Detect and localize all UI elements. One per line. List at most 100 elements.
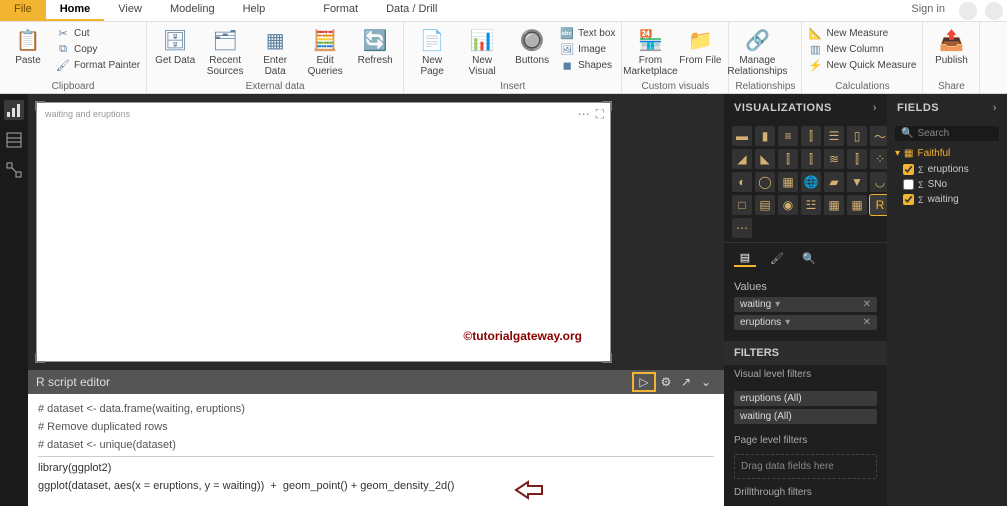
field-sno[interactable]: ΣSNo	[887, 177, 1007, 192]
tab-datadrill[interactable]: Data / Drill	[372, 0, 451, 21]
tab-home[interactable]: Home	[46, 0, 105, 21]
chevron-right-icon: ›	[873, 102, 877, 114]
paste-button[interactable]: 📋Paste	[6, 24, 50, 66]
table-faithful[interactable]: ▾▦Faithful	[887, 145, 1007, 162]
viz-clustered-bar[interactable]: ≡	[778, 126, 798, 146]
fields-header[interactable]: FIELDS›	[887, 94, 1007, 122]
get-data-button[interactable]: 🗄Get Data	[153, 24, 197, 66]
viz-matrix[interactable]: ▦	[847, 195, 867, 215]
viz-waterfall[interactable]: ⫿	[847, 149, 867, 169]
viz-slicer[interactable]: ☳	[801, 195, 821, 215]
app-icon	[985, 2, 1003, 20]
viz-more[interactable]: ⋯	[732, 218, 752, 238]
viz-card[interactable]: □	[732, 195, 752, 215]
textbox-button[interactable]: 🔤Text box	[560, 26, 615, 40]
publish-button[interactable]: 📤Publish	[929, 24, 973, 66]
visualizations-header[interactable]: VISUALIZATIONS›	[724, 94, 887, 122]
script-settings-button[interactable]: ⚙	[656, 372, 676, 392]
enter-data-button[interactable]: ▦Enter Data	[253, 24, 297, 77]
remove-field-icon[interactable]: ✕	[859, 317, 871, 328]
viz-treemap[interactable]: ▦	[778, 172, 798, 192]
field-waiting-checkbox[interactable]	[903, 194, 914, 205]
tab-file[interactable]: File	[0, 0, 46, 21]
analytics-tab[interactable]: 🔍	[798, 249, 820, 267]
image-button[interactable]: 🖼Image	[560, 42, 615, 56]
page-filter-dropzone[interactable]: Drag data fields here	[734, 454, 877, 479]
new-measure-button[interactable]: 📐New Measure	[808, 26, 916, 40]
signin-link[interactable]: Sign in	[901, 0, 955, 21]
new-quick-measure-button[interactable]: ⚡New Quick Measure	[808, 58, 916, 72]
from-file-button[interactable]: 📁From File	[678, 24, 722, 66]
format-tab[interactable]: 🖌	[766, 249, 788, 267]
viz-line-column[interactable]: ⫿	[778, 149, 798, 169]
fields-tab[interactable]: ▤	[734, 249, 756, 267]
sigma-icon: Σ	[918, 165, 924, 175]
new-visual-button[interactable]: 📊New Visual	[460, 24, 504, 77]
filter-waiting[interactable]: waiting (All)	[734, 409, 877, 424]
cut-button[interactable]: ✂Cut	[56, 26, 140, 40]
refresh-button[interactable]: 🔄Refresh	[353, 24, 397, 66]
value-field-eruptions[interactable]: eruptions▾✕	[734, 315, 877, 330]
field-eruptions-checkbox[interactable]	[903, 164, 914, 175]
visual-focus-icon[interactable]: ⛶	[596, 107, 604, 122]
sigma-icon: Σ	[918, 195, 924, 205]
viz-stacked-column[interactable]: ▮	[755, 126, 775, 146]
viz-100-column[interactable]: ▯	[847, 126, 867, 146]
chevron-down-icon[interactable]: ▾	[781, 317, 794, 328]
report-view-button[interactable]	[4, 100, 24, 120]
menu-tabs: File Home View Modeling Help Format Data…	[0, 0, 1007, 22]
viz-area[interactable]: ◢	[732, 149, 752, 169]
manage-relationships-button[interactable]: 🔗Manage Relationships	[735, 24, 779, 77]
run-script-button[interactable]: ▷	[632, 372, 656, 392]
filter-eruptions[interactable]: eruptions (All)	[734, 391, 877, 406]
chevron-down-icon[interactable]: ▾	[771, 299, 784, 310]
viz-map[interactable]: 🌐	[801, 172, 821, 192]
recent-sources-button[interactable]: 🗂Recent Sources	[203, 24, 247, 77]
report-canvas[interactable]: waiting and eruptions ⋯ ⛶ ©tutorialgatew…	[36, 102, 611, 362]
script-external-button[interactable]: ↗	[676, 372, 696, 392]
workspace: waiting and eruptions ⋯ ⛶ ©tutorialgatew…	[0, 94, 1007, 506]
viz-stacked-bar[interactable]: ▬	[732, 126, 752, 146]
data-view-button[interactable]	[4, 130, 24, 150]
group-calculations: 📐New Measure ▥New Column ⚡New Quick Meas…	[802, 22, 923, 93]
viz-multi-card[interactable]: ▤	[755, 195, 775, 215]
shapes-button[interactable]: ◼Shapes	[560, 58, 615, 72]
tab-format[interactable]: Format	[309, 0, 372, 21]
r-script-title: R script editor	[36, 375, 632, 389]
viz-pie[interactable]: ◐	[732, 172, 752, 192]
new-column-button[interactable]: ▥New Column	[808, 42, 916, 56]
fields-search-input[interactable]: 🔍Search	[895, 126, 999, 141]
format-painter-button[interactable]: 🖌Format Painter	[56, 58, 140, 72]
buttons-button[interactable]: 🔘Buttons	[510, 24, 554, 66]
tab-view[interactable]: View	[104, 0, 156, 21]
help-icon[interactable]	[959, 2, 977, 20]
r-script-editor[interactable]: # dataset <- data.frame(waiting, eruptio…	[28, 394, 724, 506]
tab-help[interactable]: Help	[229, 0, 280, 21]
viz-table[interactable]: ▦	[824, 195, 844, 215]
value-field-waiting[interactable]: waiting▾✕	[734, 297, 877, 312]
new-page-button[interactable]: 📄New Page	[410, 24, 454, 77]
field-eruptions[interactable]: Σeruptions	[887, 162, 1007, 177]
edit-queries-button[interactable]: 🧮Edit Queries	[303, 24, 347, 77]
copy-button[interactable]: ⧉Copy	[56, 42, 140, 56]
script-collapse-button[interactable]: ⌄	[696, 372, 716, 392]
tab-modeling[interactable]: Modeling	[156, 0, 229, 21]
viz-filled-map[interactable]: ▰	[824, 172, 844, 192]
viz-ribbon[interactable]: ≋	[824, 149, 844, 169]
viz-funnel[interactable]: ▼	[847, 172, 867, 192]
field-waiting[interactable]: Σwaiting	[887, 192, 1007, 207]
remove-field-icon[interactable]: ✕	[859, 299, 871, 310]
visual-filter-icon[interactable]: ⋯	[578, 107, 590, 122]
viz-clustered-column[interactable]: ⫿	[801, 126, 821, 146]
viz-line-clustered[interactable]: ⫿	[801, 149, 821, 169]
group-external-label: External data	[153, 80, 397, 93]
view-rail	[0, 94, 28, 506]
viz-stacked-area[interactable]: ◣	[755, 149, 775, 169]
viz-100-bar[interactable]: ☰	[824, 126, 844, 146]
model-view-button[interactable]	[4, 160, 24, 180]
viz-kpi[interactable]: ◉	[778, 195, 798, 215]
viz-donut[interactable]: ◯	[755, 172, 775, 192]
from-marketplace-button[interactable]: 🏪From Marketplace	[628, 24, 672, 77]
visualizations-pane: VISUALIZATIONS› ▬ ▮ ≡ ⫿ ☰ ▯ 〜 ◢ ◣ ⫿ ⫿ ≋ …	[724, 94, 887, 506]
field-sno-checkbox[interactable]	[903, 179, 914, 190]
